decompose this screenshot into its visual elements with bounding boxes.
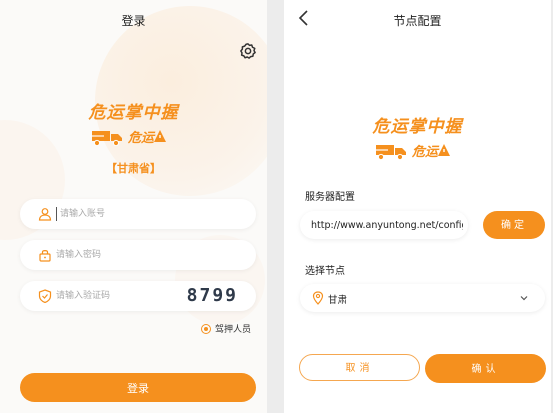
- location-pin-icon: [312, 291, 324, 305]
- cancel-button[interactable]: 取消: [299, 354, 420, 381]
- app-logo-title: 危运掌中握: [372, 117, 463, 137]
- brand-logo: 危运: [0, 126, 267, 148]
- captcha-field[interactable]: 8799: [20, 281, 256, 311]
- page-title: 节点配置: [393, 14, 442, 28]
- server-url-input[interactable]: [311, 215, 463, 235]
- gear-icon[interactable]: [239, 42, 257, 60]
- captcha-input[interactable]: [56, 286, 196, 306]
- node-config-screen: 节点配置 危运掌中握 危运 服务器配置 确定 选择节点 甘肃 取消 确认: [284, 0, 551, 413]
- shield-check-icon: [38, 289, 52, 303]
- app-logo-title: 危运掌中握: [88, 103, 179, 123]
- server-url-field[interactable]: [300, 211, 468, 239]
- login-button[interactable]: 登录: [20, 373, 256, 402]
- account-input[interactable]: [60, 204, 200, 224]
- truck-icon: [374, 145, 406, 161]
- lock-icon: [39, 250, 51, 262]
- password-input[interactable]: [56, 245, 196, 265]
- user-icon: [38, 208, 52, 221]
- warning-triangle-icon: [438, 144, 450, 156]
- brand-text: 危运: [412, 145, 439, 160]
- account-field[interactable]: [20, 199, 256, 229]
- chevron-down-icon: [520, 296, 528, 301]
- brand-logo: 危运: [284, 140, 551, 162]
- warning-triangle-icon: [154, 130, 166, 142]
- server-config-label: 服务器配置: [305, 192, 355, 203]
- truck-icon: [90, 131, 122, 147]
- select-node-label: 选择节点: [305, 266, 345, 277]
- node-select[interactable]: 甘肃: [300, 284, 545, 312]
- confirm-url-button[interactable]: 确定: [483, 211, 545, 239]
- captcha-image[interactable]: 8799: [187, 285, 238, 306]
- province-label: 【甘肃省】: [106, 162, 161, 175]
- password-field[interactable]: [20, 240, 256, 270]
- confirm-button[interactable]: 确认: [425, 354, 546, 383]
- radio-selected-icon: [201, 324, 211, 334]
- text-caret: [56, 207, 57, 221]
- role-label: 驾押人员: [215, 325, 252, 335]
- brand-text: 危运: [128, 131, 155, 146]
- page-title: 登录: [121, 14, 146, 28]
- login-screen: 登录 危运掌中握 危运 【甘肃省】 请输入账号 请输入验证码 8799 驾押人员…: [0, 0, 267, 413]
- node-select-value: 甘肃: [328, 295, 348, 306]
